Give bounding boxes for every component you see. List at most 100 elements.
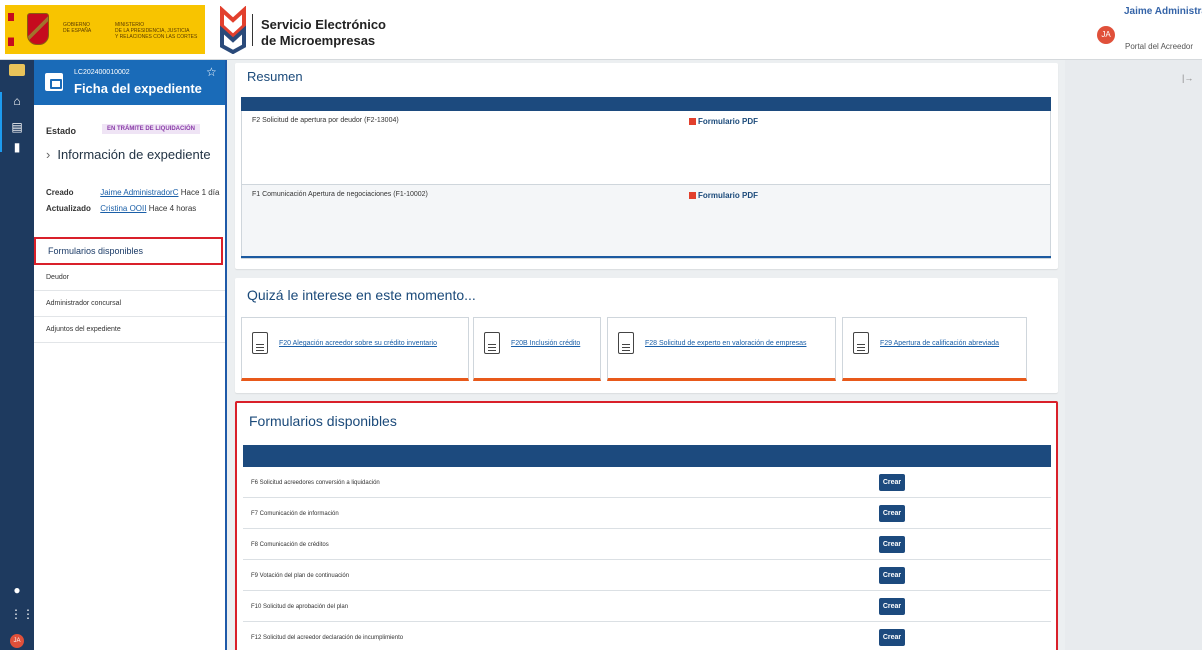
spain-flag-icon [8, 13, 14, 46]
crear-button[interactable]: Crear [879, 536, 905, 553]
user-portal: Portal del Acreedor [1125, 42, 1194, 51]
sidebar-item-adjuntos[interactable]: Adjuntos del expediente [34, 317, 225, 343]
apps-grid-icon[interactable]: ⋮⋮ [10, 607, 34, 621]
table-row: F8 Comunicación de créditos Crear [243, 529, 1051, 560]
form-name: F8 Comunicación de créditos [251, 542, 329, 548]
formularios-table-header [243, 445, 1051, 467]
pdf-icon [689, 118, 696, 125]
document-icon [252, 332, 268, 354]
created-user-link[interactable]: Jaime AdministradorC [100, 188, 178, 197]
created-label: Creado [46, 188, 74, 197]
right-panel: |→ [1065, 60, 1202, 650]
home-icon[interactable]: ⌂ [10, 94, 24, 108]
resumen-row-name: F1 Comunicación Apertura de negociacione… [252, 191, 428, 198]
chevron-right-icon: › [46, 147, 51, 162]
rail-active-indicator [0, 92, 2, 152]
gov-text: GOBIERNO DE ESPAÑA [63, 22, 103, 34]
sidebar-item-deudor[interactable]: Deudor [34, 265, 225, 291]
form-name: F12 Solicitud del acreedor declaración d… [251, 635, 404, 641]
resumen-card: Resumen F2 Solicitud de apertura por deu… [235, 63, 1058, 269]
table-row: F12 Solicitud del acreedor declaración d… [243, 622, 1051, 650]
app-header: GOBIERNO DE ESPAÑA MINISTERIO DE LA PRES… [0, 0, 1202, 60]
sidebar-item-administrador[interactable]: Administrador concursal [34, 291, 225, 317]
list-icon[interactable]: ▤ [10, 120, 24, 134]
pdf-link-label: Formulario PDF [698, 117, 759, 126]
created-row: Creado Jaime AdministradorC Hace 1 día [46, 188, 219, 197]
estado-label: Estado [46, 126, 77, 136]
status-badge: EN TRÁMITE DE LIQUIDACIÓN [102, 124, 200, 134]
coat-of-arms-icon [27, 13, 49, 45]
form-name: F9 Votación del plan de continuación [251, 573, 350, 579]
suggest-tile-link[interactable]: F20 Alegación acreedor sobre su crédito … [279, 340, 437, 347]
brand-line-2: de Microempresas [261, 33, 376, 48]
table-row: F6 Solicitud acreedores conversión a liq… [243, 467, 1051, 498]
suggest-tile-link[interactable]: F29 Apertura de calificación abreviada [880, 340, 999, 347]
updated-row: Actualizado Cristina OOII Hace 4 horas [46, 204, 196, 213]
pdf-link[interactable]: Formulario PDF [689, 117, 758, 126]
updated-label: Actualizado [46, 204, 91, 213]
updated-time: Hace 4 horas [148, 204, 197, 213]
user-avatar[interactable]: JA [1097, 26, 1115, 44]
left-rail: ⌂ ▤ ▮ ● ⋮⋮ JA [0, 60, 34, 650]
table-row: F2 Solicitud de apertura por deudor (F2-… [241, 111, 1051, 185]
document-icon [853, 332, 869, 354]
star-icon[interactable]: ☆ [206, 65, 217, 79]
table-row: F7 Comunicación de información Crear [243, 498, 1051, 529]
file-title: Ficha del expediente [74, 81, 202, 96]
gov-line-2: DE ESPAÑA [63, 28, 92, 34]
sem-logo-icon[interactable] [219, 6, 247, 54]
form-name: F6 Solicitud acreedores conversión a liq… [251, 480, 380, 486]
suggest-tile-link[interactable]: F28 Solicitud de experto en valoración d… [645, 340, 806, 347]
file-card: LC202400010002 Ficha del expediente ☆ [34, 60, 225, 105]
formularios-card: Formularios disponibles F6 Solicitud acr… [235, 401, 1058, 650]
crear-button[interactable]: Crear [879, 505, 905, 522]
info-expediente-label: Información de expediente [57, 147, 211, 162]
rail-user-avatar[interactable]: JA [10, 634, 24, 648]
suggest-tile[interactable]: F20 Alegación acreedor sobre su crédito … [241, 317, 469, 381]
formularios-title: Formularios disponibles [249, 413, 397, 429]
brand-divider [252, 14, 253, 46]
form-name: F7 Comunicación de información [251, 511, 339, 517]
ministry-line-3: Y RELACIONES CON LAS CORTES [115, 34, 198, 40]
brand-title: Servicio Electrónico de Microempresas [261, 17, 386, 49]
document-icon [618, 332, 634, 354]
form-name: F10 Solicitud de aprobación del plan [251, 604, 349, 610]
sidebar-item-formularios[interactable]: Formularios disponibles [34, 237, 223, 265]
ministry-text: MINISTERIO DE LA PRESIDENCIA, JUSTICIA Y… [115, 22, 205, 40]
globe-icon[interactable]: ● [10, 583, 24, 597]
suggest-tile[interactable]: F29 Apertura de calificación abreviada [842, 317, 1027, 381]
rail-logo-icon[interactable] [9, 64, 25, 76]
suggest-card: Quizá le interese en este momento... F20… [235, 278, 1058, 393]
document-icon [484, 332, 500, 354]
crear-button[interactable]: Crear [879, 474, 905, 491]
expediente-sidebar: LC202400010002 Ficha del expediente ☆ Es… [34, 60, 227, 650]
gobierno-logo[interactable]: GOBIERNO DE ESPAÑA MINISTERIO DE LA PRES… [5, 5, 205, 54]
briefcase-icon [45, 73, 63, 91]
suggest-tile[interactable]: F20B Inclusión crédito [473, 317, 601, 381]
brand-line-1: Servicio Electrónico [261, 17, 386, 32]
crear-button[interactable]: Crear [879, 629, 905, 646]
crear-button[interactable]: Crear [879, 598, 905, 615]
pdf-icon [689, 192, 696, 199]
resumen-table-header [241, 97, 1051, 111]
collapse-panel-icon[interactable]: |→ [1182, 73, 1193, 83]
crear-button[interactable]: Crear [879, 567, 905, 584]
resumen-row-name: F2 Solicitud de apertura por deudor (F2-… [252, 117, 399, 124]
table-row: F10 Solicitud de aprobación del plan Cre… [243, 591, 1051, 622]
updated-user-link[interactable]: Cristina OOII [100, 204, 146, 213]
sidebar-nav: Formularios disponibles Deudor Administr… [34, 237, 225, 343]
user-name[interactable]: Jaime Administrado [1124, 6, 1202, 17]
pdf-link-label: Formulario PDF [698, 191, 759, 200]
suggest-title: Quizá le interese en este momento... [247, 287, 476, 303]
info-expediente-toggle[interactable]: › Información de expediente [46, 147, 211, 162]
pdf-link[interactable]: Formulario PDF [689, 191, 758, 200]
document-icon[interactable]: ▮ [10, 140, 24, 154]
suggest-tile-link[interactable]: F20B Inclusión crédito [511, 340, 580, 347]
table-row: F1 Comunicación Apertura de negociacione… [241, 185, 1051, 259]
resumen-bottom-line [241, 256, 1051, 258]
suggest-tile[interactable]: F28 Solicitud de experto en valoración d… [607, 317, 836, 381]
table-row: F9 Votación del plan de continuación Cre… [243, 560, 1051, 591]
created-time: Hace 1 día [180, 188, 220, 197]
file-code: LC202400010002 [74, 69, 130, 76]
resumen-title: Resumen [247, 69, 303, 84]
